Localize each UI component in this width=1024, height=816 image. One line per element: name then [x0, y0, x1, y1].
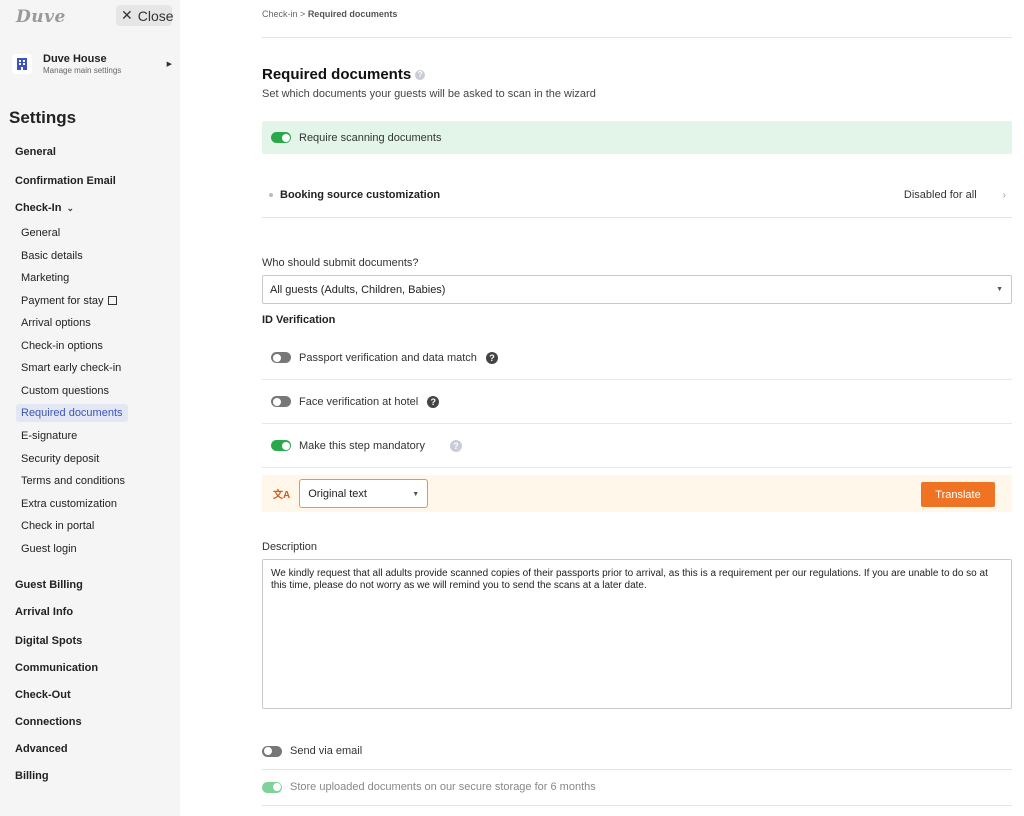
sidebar-item-payment-for-stay[interactable]: Payment for stay — [21, 295, 117, 307]
booking-source-value: Disabled for all — [903, 189, 977, 201]
building-icon — [12, 54, 32, 74]
sidebar-item-label: Payment for stay — [21, 295, 104, 307]
mandatory-step-toggle[interactable] — [271, 440, 291, 451]
description-label: Description — [262, 541, 318, 553]
external-link-icon — [107, 296, 117, 305]
nav-arrival-info[interactable]: Arrival Info — [15, 606, 73, 618]
property-subtitle: Manage main settings — [43, 66, 122, 75]
booking-source-row[interactable]: Booking source customization Disabled fo… — [262, 180, 1012, 210]
chevron-right-icon: › — [1002, 189, 1006, 201]
store-docs-label: Store uploaded documents on our secure s… — [290, 781, 596, 793]
nav-confirmation-email[interactable]: Confirmation Email — [15, 175, 116, 187]
page-title-wrap: Required documents? — [262, 66, 426, 83]
nav-check-in-label: Check-In — [15, 202, 62, 214]
face-verification-toggle[interactable] — [271, 396, 291, 407]
caret-down-icon: ▼ — [412, 491, 420, 498]
sidebar-item-guest-login[interactable]: Guest login — [21, 543, 77, 555]
sidebar-item-general[interactable]: General — [21, 227, 60, 239]
duve-logo: Duve — [16, 7, 66, 27]
store-docs-toggle[interactable] — [262, 781, 282, 793]
caret-right-icon: ▶ — [166, 61, 172, 68]
help-icon[interactable]: ? — [427, 395, 440, 408]
nav-general[interactable]: General — [15, 146, 56, 158]
sidebar-item-arrival-options[interactable]: Arrival options — [21, 317, 91, 329]
sidebar-item-smart-early-check-in[interactable]: Smart early check-in — [21, 362, 121, 374]
help-icon[interactable]: ? — [485, 351, 498, 364]
who-submit-label: Who should submit documents? — [262, 257, 419, 269]
require-scanning-label: Require scanning documents — [299, 131, 442, 144]
close-label: Close — [137, 7, 174, 24]
breadcrumb-parent[interactable]: Check-in — [262, 9, 298, 19]
description-textarea[interactable]: We kindly request that all adults provid… — [262, 559, 1012, 709]
who-submit-value: All guests (Adults, Children, Babies) — [270, 283, 446, 296]
sidebar-item-basic-details[interactable]: Basic details — [21, 250, 83, 262]
who-submit-select[interactable]: All guests (Adults, Children, Babies) ▼ — [262, 275, 1012, 304]
mandatory-step-row: Make this step mandatory ? — [262, 424, 1012, 468]
sidebar-item-required-documents[interactable]: Required documents — [16, 404, 128, 422]
sidebar-item-check-in-options[interactable]: Check-in options — [21, 340, 103, 352]
divider — [262, 805, 1012, 806]
bullet-icon — [269, 193, 273, 197]
passport-verification-row: Passport verification and data match ? — [262, 336, 1012, 380]
face-verification-row: Face verification at hotel ? — [262, 380, 1012, 424]
nav-advanced[interactable]: Advanced — [15, 743, 68, 755]
send-email-toggle[interactable] — [262, 745, 282, 757]
id-verification-title: ID Verification — [262, 314, 336, 326]
sidebar-item-security-deposit[interactable]: Security deposit — [21, 453, 99, 465]
sidebar-item-marketing[interactable]: Marketing — [21, 272, 69, 284]
face-verification-label: Face verification at hotel — [299, 395, 419, 408]
booking-source-label: Booking source customization — [280, 189, 441, 201]
passport-verification-toggle[interactable] — [271, 352, 291, 363]
sidebar: Duve ✕ Close Duve House Manage main sett… — [0, 0, 180, 816]
sidebar-item-e-signature[interactable]: E-signature — [21, 430, 77, 442]
nav-check-in[interactable]: Check-In ⌄ — [15, 202, 74, 214]
mandatory-step-label: Make this step mandatory — [299, 439, 425, 452]
require-scanning-toggle[interactable] — [271, 132, 291, 143]
send-email-row: Send via email — [262, 733, 1012, 769]
sidebar-item-terms-and-conditions[interactable]: Terms and conditions — [21, 475, 125, 487]
property-selector[interactable]: Duve House Manage main settings ▶ — [12, 52, 172, 76]
breadcrumb-current: Required documents — [307, 9, 398, 19]
chevron-down-icon: ⌄ — [66, 203, 75, 213]
page-title: Required documents — [262, 66, 412, 83]
main-content: Check-in > Required documents Required d… — [180, 0, 1024, 816]
translate-button[interactable]: Translate — [921, 482, 995, 507]
close-icon: ✕ — [121, 7, 133, 23]
nav-billing[interactable]: Billing — [15, 770, 49, 782]
nav-guest-billing[interactable]: Guest Billing — [15, 579, 83, 591]
divider — [262, 217, 1012, 218]
breadcrumb: Check-in > Required documents — [262, 9, 397, 19]
help-icon[interactable]: ? — [449, 439, 462, 452]
settings-title: Settings — [9, 108, 77, 127]
translate-icon: 文A — [273, 490, 291, 501]
sidebar-item-custom-questions[interactable]: Custom questions — [21, 385, 109, 397]
sidebar-item-check-in-portal[interactable]: Check in portal — [21, 520, 94, 532]
caret-down-icon: ▼ — [996, 286, 1003, 293]
nav-connections[interactable]: Connections — [15, 716, 82, 728]
nav-check-out[interactable]: Check-Out — [15, 689, 71, 701]
help-icon[interactable]: ? — [415, 70, 426, 81]
translate-bar: 文A Original text ▼ Translate — [262, 475, 1012, 512]
close-button[interactable]: ✕ Close — [116, 5, 174, 26]
page-subtitle: Set which documents your guests will be … — [262, 88, 596, 100]
divider — [262, 37, 1012, 38]
send-email-label: Send via email — [290, 745, 363, 757]
require-scanning-row: Require scanning documents — [262, 121, 1012, 154]
store-docs-row: Store uploaded documents on our secure s… — [262, 769, 1012, 805]
breadcrumb-separator: > — [300, 9, 306, 19]
language-select-value: Original text — [308, 487, 367, 500]
property-name: Duve House — [43, 53, 107, 65]
nav-digital-spots[interactable]: Digital Spots — [15, 635, 82, 647]
passport-verification-label: Passport verification and data match — [299, 351, 477, 364]
sidebar-item-extra-customization[interactable]: Extra customization — [21, 498, 117, 510]
nav-communication[interactable]: Communication — [15, 662, 98, 674]
language-select[interactable]: Original text ▼ — [299, 479, 429, 508]
